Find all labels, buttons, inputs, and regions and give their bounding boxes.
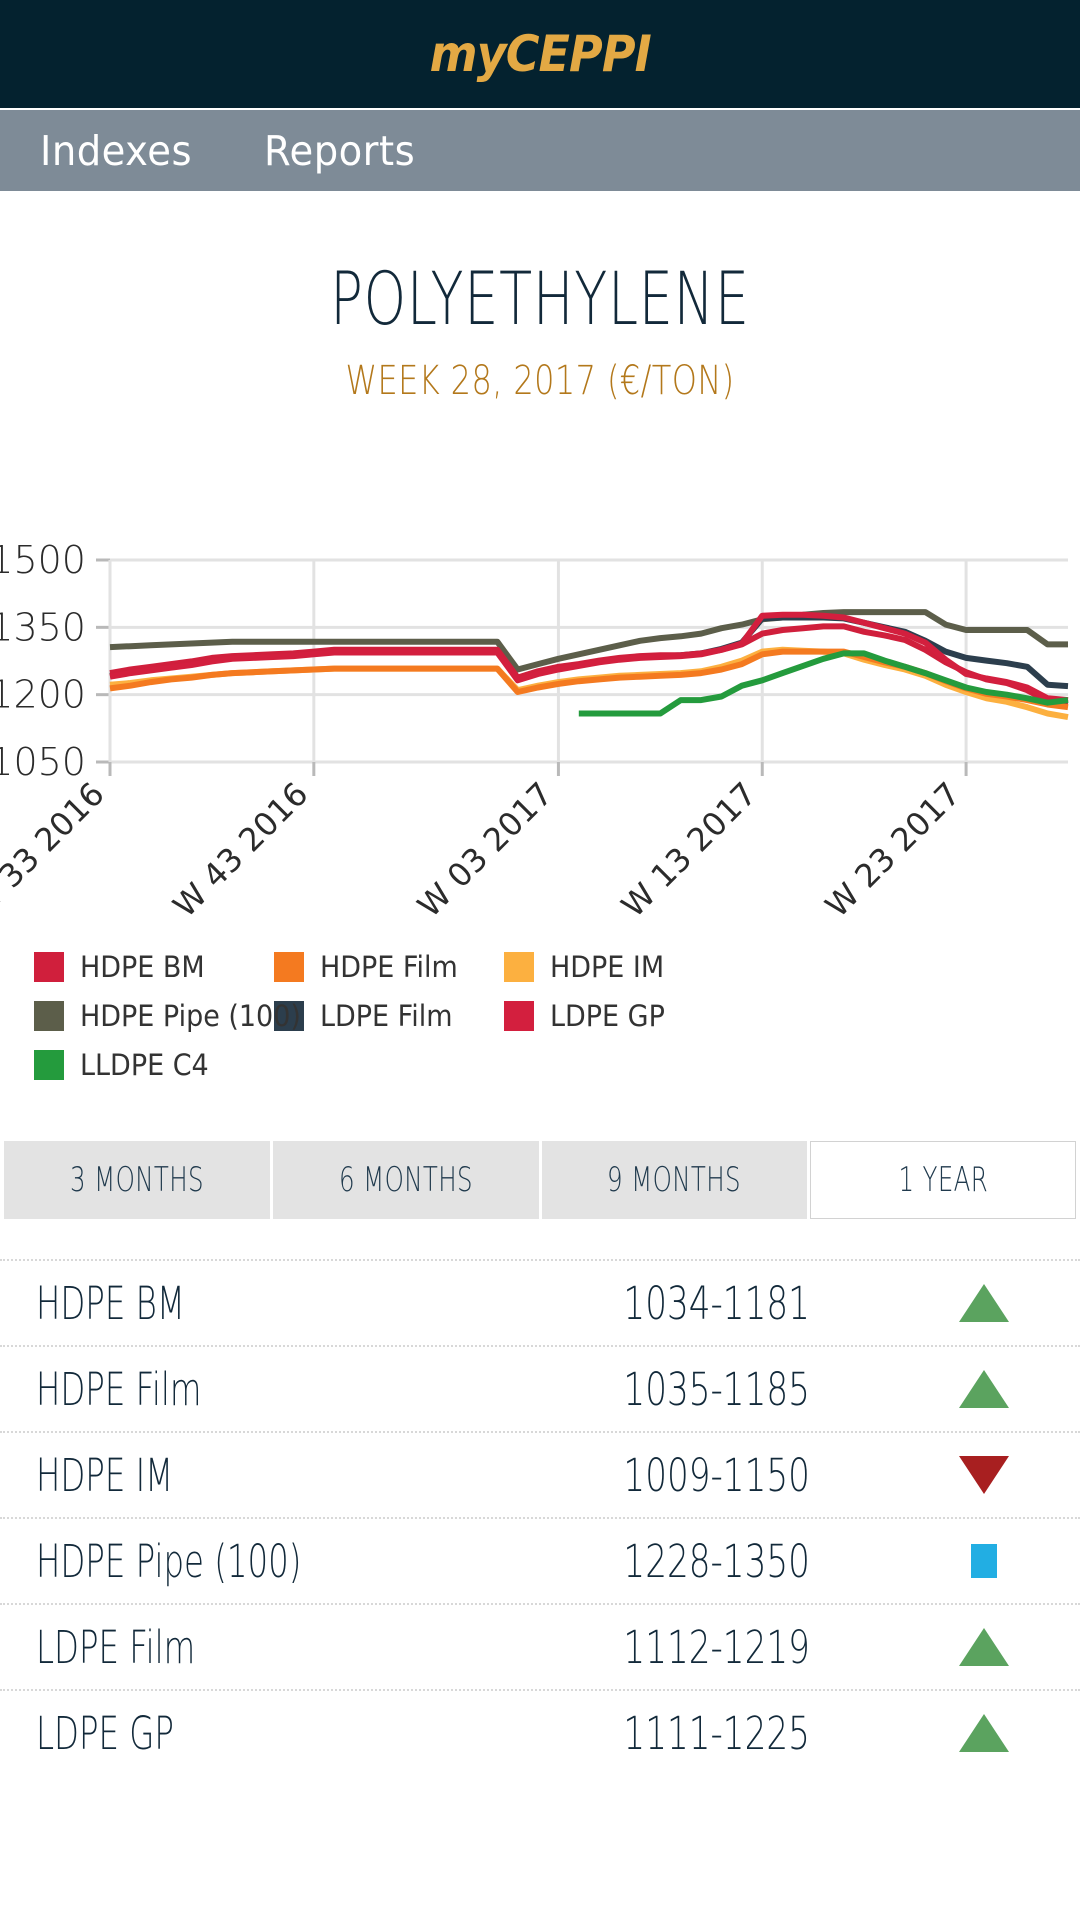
trend-up-icon <box>959 1628 1009 1666</box>
table-row[interactable]: HDPE BM 1034-1181 <box>0 1259 1080 1345</box>
svg-text:W 03 2017: W 03 2017 <box>410 775 560 925</box>
legend-label: LDPE Film <box>320 998 453 1033</box>
legend-item-ldpe-gp[interactable]: LDPE GP <box>504 991 804 1040</box>
brand-bar: myCEPPI <box>0 0 1080 108</box>
tab-label: 1 YEAR <box>898 1160 988 1200</box>
legend-item-lldpe-c4[interactable]: LLDPE C4 <box>34 1040 274 1089</box>
legend-label: HDPE BM <box>80 949 205 984</box>
svg-text:W 43 2016: W 43 2016 <box>165 775 315 925</box>
nav-item-reports[interactable]: Reports <box>264 127 415 175</box>
page-title: POLYETHYLENE <box>330 257 750 342</box>
row-product-name: HDPE Film <box>36 1362 202 1416</box>
table-row[interactable]: LDPE GP 1111-1225 <box>0 1689 1080 1775</box>
svg-text:1050: 1050 <box>0 740 86 784</box>
trend-up-icon <box>959 1370 1009 1408</box>
legend-swatch-hdpe-im <box>504 951 534 982</box>
row-trend-cell <box>924 1544 1044 1578</box>
title-section: POLYETHYLENE WEEK 28, 2017 (€/TON) <box>0 263 1080 404</box>
svg-text:1500: 1500 <box>0 538 86 582</box>
tab-label: 6 MONTHS <box>338 1160 473 1200</box>
chart-legend: HDPE BM HDPE Film HDPE IM HDPE Pipe (100… <box>0 942 1010 1089</box>
svg-text:W 23 2017: W 23 2017 <box>818 775 968 925</box>
legend-swatch-ldpe-gp <box>504 1000 534 1031</box>
legend-swatch-lldpe-c4 <box>34 1049 64 1080</box>
table-row[interactable]: HDPE IM 1009-1150 <box>0 1431 1080 1517</box>
tab-label: 9 MONTHS <box>607 1160 742 1200</box>
legend-item-hdpe-pipe-100[interactable]: HDPE Pipe (100) <box>34 991 301 1040</box>
svg-text:1350: 1350 <box>0 605 86 649</box>
row-trend-cell <box>924 1370 1044 1408</box>
legend-label: LLDPE C4 <box>80 1047 209 1082</box>
row-price-range: 1034-1181 <box>623 1276 810 1330</box>
trend-up-icon <box>959 1714 1009 1752</box>
main-navigation: Indexes Reports <box>0 108 1080 191</box>
row-product-name: HDPE Pipe (100) <box>36 1534 302 1588</box>
legend-item-hdpe-im[interactable]: HDPE IM <box>504 942 804 991</box>
row-price-range: 1009-1150 <box>623 1448 810 1502</box>
row-product-name: LDPE Film <box>36 1620 196 1674</box>
row-price-range: 1228-1350 <box>623 1534 810 1588</box>
app-root: myCEPPI Indexes Reports POLYETHYLENE WEE… <box>0 0 1080 1920</box>
tab-6-months[interactable]: 6 MONTHS <box>272 1141 539 1219</box>
svg-text:W 13 2017: W 13 2017 <box>614 775 764 925</box>
row-price-range: 1035-1185 <box>623 1362 810 1416</box>
page-subtitle: WEEK 28, 2017 (€/TON) <box>345 358 735 404</box>
app-logo: myCEPPI <box>429 25 651 83</box>
row-trend-cell <box>924 1456 1044 1494</box>
legend-swatch-hdpe-bm <box>34 951 64 982</box>
table-row[interactable]: HDPE Film 1035-1185 <box>0 1345 1080 1431</box>
legend-label: HDPE Film <box>320 949 458 984</box>
table-row[interactable]: HDPE Pipe (100) 1228-1350 <box>0 1517 1080 1603</box>
svg-text:1200: 1200 <box>0 673 86 717</box>
legend-item-hdpe-film[interactable]: HDPE Film <box>274 942 504 991</box>
row-price-range: 1111-1225 <box>623 1706 810 1760</box>
table-row[interactable]: LDPE Film 1112-1219 <box>0 1603 1080 1689</box>
tab-label: 3 MONTHS <box>69 1160 204 1200</box>
trend-flat-icon <box>971 1544 997 1578</box>
trend-up-icon <box>959 1284 1009 1322</box>
period-tabs: 3 MONTHS 6 MONTHS 9 MONTHS 1 YEAR <box>0 1141 1080 1219</box>
row-product-name: LDPE GP <box>36 1706 174 1760</box>
row-trend-cell <box>924 1628 1044 1666</box>
index-table: HDPE BM 1034-1181 HDPE Film 1035-1185 HDPE I… <box>0 1259 1080 1775</box>
legend-label: HDPE IM <box>550 949 665 984</box>
row-trend-cell <box>924 1284 1044 1322</box>
legend-item-ldpe-film[interactable]: LDPE Film <box>274 991 504 1040</box>
row-trend-cell <box>924 1714 1044 1752</box>
price-chart-svg: 1500 1350 1200 1050W 33 2016 W 43 2016 W 03 2… <box>0 538 1069 925</box>
row-product-name: HDPE BM <box>36 1276 185 1330</box>
price-chart: 1500 1350 1200 1050 W 33 2016 W 43 2016 W 03 2… <box>0 432 1080 932</box>
row-price-range: 1112-1219 <box>623 1620 810 1674</box>
tab-3-months[interactable]: 3 MONTHS <box>4 1141 270 1219</box>
tab-9-months[interactable]: 9 MONTHS <box>541 1141 808 1219</box>
trend-down-icon <box>959 1456 1009 1494</box>
nav-item-indexes[interactable]: Indexes <box>40 127 192 175</box>
legend-label: LDPE GP <box>550 998 665 1033</box>
tab-1-year[interactable]: 1 YEAR <box>810 1141 1076 1219</box>
legend-label: HDPE Pipe (100) <box>80 998 301 1033</box>
legend-swatch-hdpe-pipe-100 <box>34 1000 64 1031</box>
legend-swatch-hdpe-film <box>274 951 304 982</box>
row-product-name: HDPE IM <box>36 1448 174 1502</box>
svg-text:W 33 2016: W 33 2016 <box>0 775 112 925</box>
legend-item-hdpe-bm[interactable]: HDPE BM <box>34 942 274 991</box>
